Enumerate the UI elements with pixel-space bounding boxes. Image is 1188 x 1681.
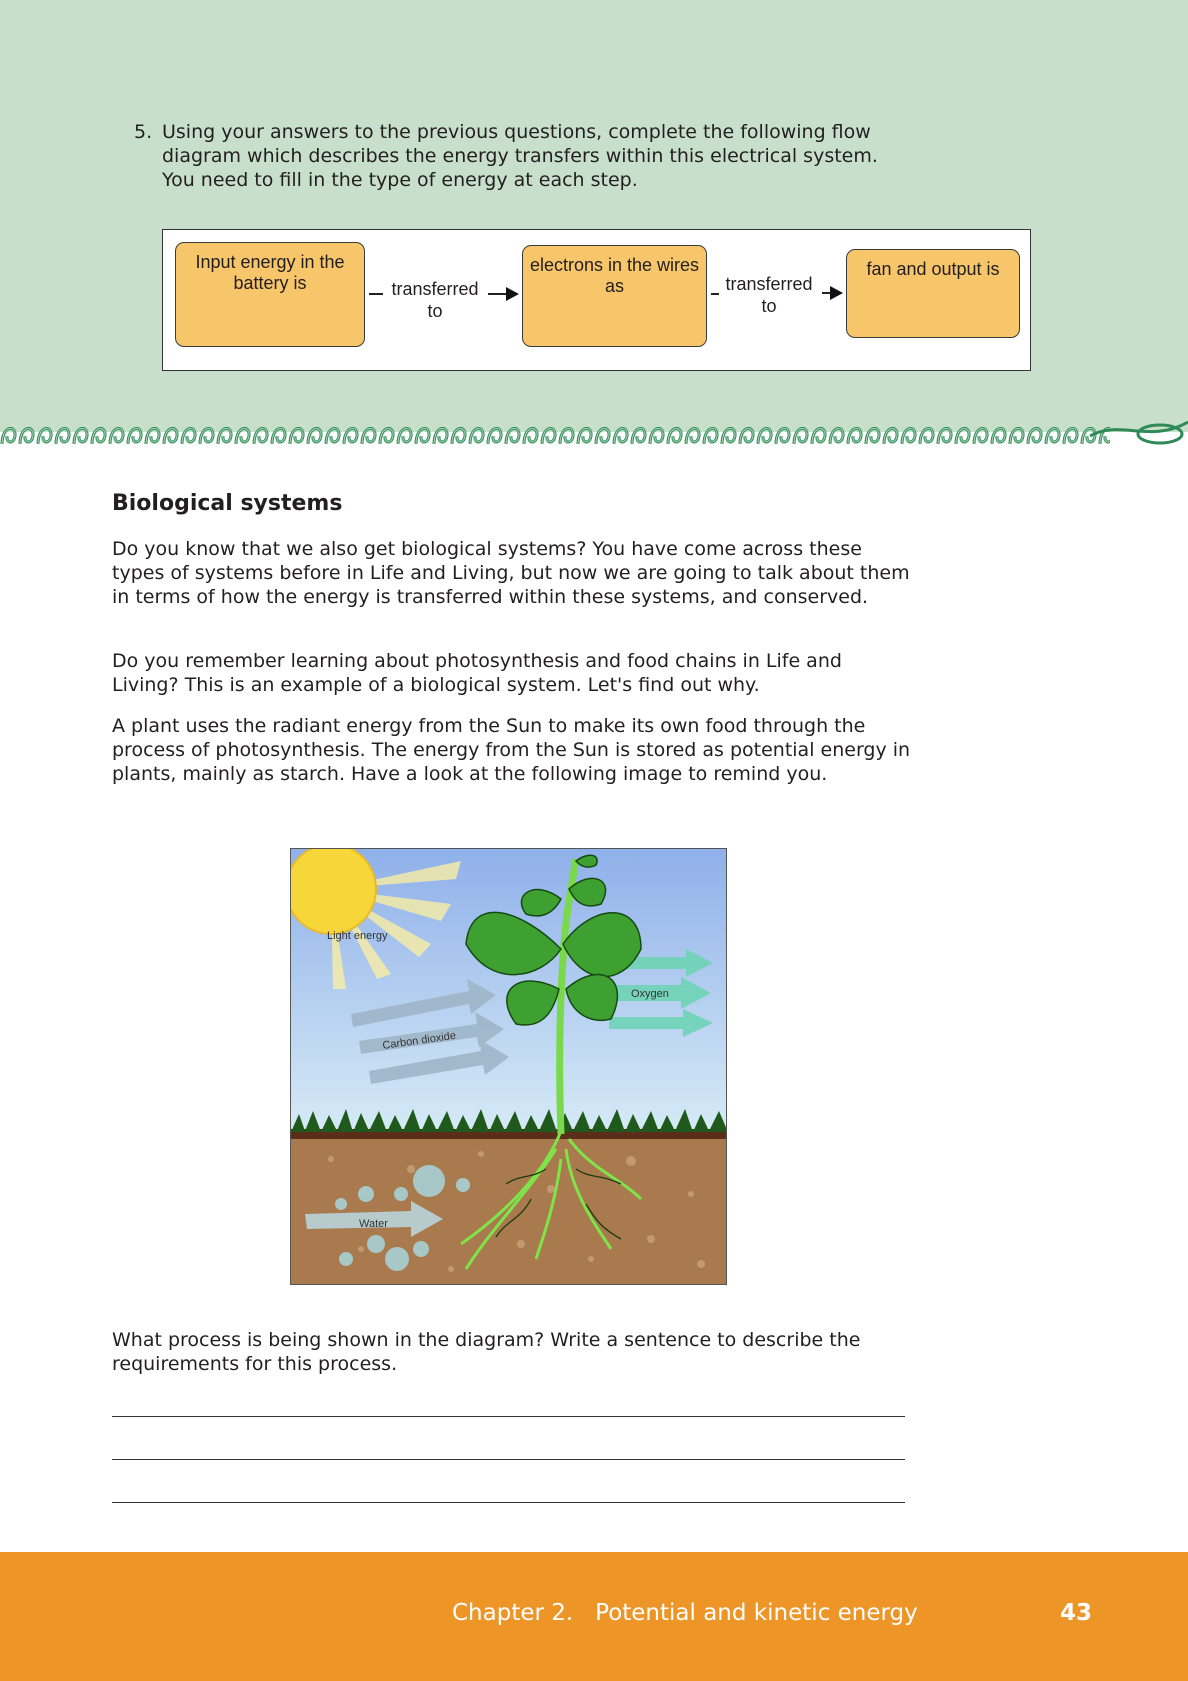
- photosynthesis-paragraph: Do you remember learning about photosynt…: [112, 650, 842, 696]
- water-label: Water: [359, 1218, 388, 1230]
- connector-line: [711, 293, 719, 295]
- flow-box-fan-label: fan and output is: [866, 259, 1000, 279]
- page-footer: Chapter 2. Potential and kinetic energy …: [0, 1552, 1188, 1681]
- intro-paragraph: Do you know that we also get biological …: [112, 538, 910, 608]
- answer-line-1[interactable]: [112, 1416, 905, 1417]
- flow-box-fan[interactable]: fan and output is: [846, 249, 1020, 338]
- radiant-energy-paragraph: A plant uses the radiant energy from the…: [112, 715, 911, 785]
- flow-box-battery[interactable]: Input energy in the battery is: [175, 242, 365, 347]
- connector-label-2: transferred to: [725, 274, 813, 316]
- chapter-title: Chapter 2. Potential and kinetic energy: [452, 1600, 918, 1626]
- answer-line-3[interactable]: [112, 1502, 905, 1503]
- flow-box-wires-label: electrons in the wires as: [529, 255, 700, 296]
- sun-icon: [291, 849, 377, 935]
- connector-line: [369, 293, 383, 295]
- flow-box-battery-label: Input energy in the battery is: [195, 252, 345, 293]
- connector-line: [488, 293, 506, 295]
- page-number: 43: [1060, 1600, 1093, 1626]
- oxygen-label: Oxygen: [631, 988, 669, 1000]
- photosynthesis-illustration: Light energy Carbon dioxide Oxygen Water: [290, 848, 727, 1285]
- chain-border-decoration: [0, 414, 1188, 454]
- question-number: 5.: [134, 121, 153, 143]
- question-5: 5. Using your answers to the previous qu…: [134, 120, 914, 192]
- question-prompt: What process is being shown in the diagr…: [112, 1329, 861, 1375]
- flow-box-wires[interactable]: electrons in the wires as: [522, 245, 707, 347]
- light-energy-label: Light energy: [327, 930, 388, 942]
- connector-label-1: transferred to: [391, 279, 479, 321]
- question-text: Using your answers to the previous quest…: [162, 121, 878, 191]
- arrow-right-icon: [506, 287, 519, 301]
- arrow-right-icon: [830, 286, 843, 300]
- flow-diagram: Input energy in the battery is transferr…: [162, 229, 1031, 371]
- answer-line-2[interactable]: [112, 1459, 905, 1460]
- connector-line: [822, 292, 830, 294]
- section-heading: Biological systems: [112, 491, 343, 516]
